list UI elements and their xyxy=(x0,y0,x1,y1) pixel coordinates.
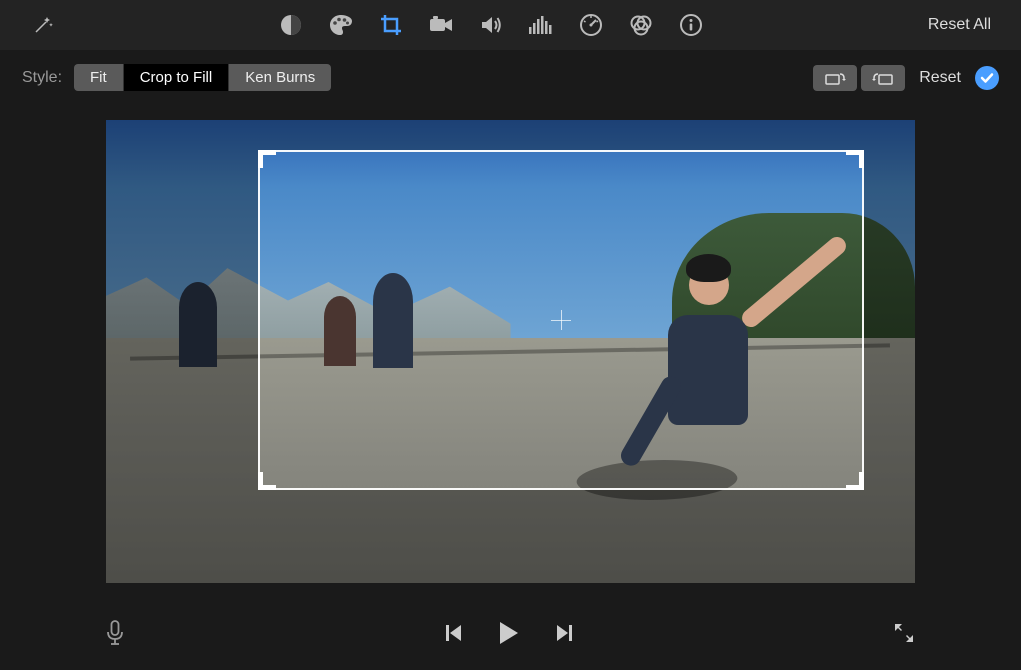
previous-frame-button[interactable] xyxy=(445,623,463,648)
info-icon xyxy=(679,13,703,37)
video-frame[interactable] xyxy=(106,120,915,583)
rotate-cw-button[interactable] xyxy=(861,65,905,91)
crop-right-controls: Reset xyxy=(813,65,999,91)
rotate-buttons xyxy=(813,65,905,91)
style-section: Style: Fit Crop to Fill Ken Burns xyxy=(22,64,331,91)
noise-reduction-button[interactable] xyxy=(516,5,566,45)
crop-handle-bottom-right[interactable] xyxy=(846,472,864,490)
style-crop-to-fill-button[interactable]: Crop to Fill xyxy=(124,64,230,91)
reset-all-button[interactable]: Reset All xyxy=(918,16,1001,34)
microphone-icon xyxy=(105,620,125,646)
top-toolbar: Reset All xyxy=(0,0,1021,50)
volume-button[interactable] xyxy=(466,5,516,45)
color-balance-button[interactable] xyxy=(266,5,316,45)
crop-button[interactable] xyxy=(366,5,416,45)
fullscreen-button[interactable] xyxy=(892,621,916,650)
skip-forward-icon xyxy=(555,623,573,643)
crop-dim-overlay xyxy=(864,120,915,583)
reset-crop-button[interactable]: Reset xyxy=(919,69,961,87)
auto-enhance-wand-icon[interactable] xyxy=(20,14,65,36)
crop-center-crosshair xyxy=(551,310,571,330)
rotate-ccw-icon xyxy=(823,70,847,86)
rotate-cw-icon xyxy=(871,70,895,86)
play-button[interactable] xyxy=(498,620,520,651)
crop-dim-overlay xyxy=(106,120,258,583)
clip-filter-button[interactable] xyxy=(616,5,666,45)
crop-icon xyxy=(379,13,403,37)
equalizer-icon xyxy=(528,15,554,35)
apply-crop-button[interactable] xyxy=(975,66,999,90)
skip-back-icon xyxy=(445,623,463,643)
stabilization-button[interactable] xyxy=(416,5,466,45)
crop-options-bar: Style: Fit Crop to Fill Ken Burns xyxy=(0,50,1021,105)
speedometer-icon xyxy=(579,13,603,37)
video-preview xyxy=(106,120,915,583)
style-ken-burns-button[interactable]: Ken Burns xyxy=(229,64,331,91)
voiceover-record-button[interactable] xyxy=(105,620,125,651)
color-balance-icon xyxy=(279,13,303,37)
next-frame-button[interactable] xyxy=(555,623,573,648)
crop-handle-top-right[interactable] xyxy=(846,150,864,168)
play-icon xyxy=(498,620,520,646)
toolbar-tools xyxy=(65,5,918,45)
expand-diagonal-icon xyxy=(892,621,916,645)
checkmark-icon xyxy=(980,72,994,84)
color-correction-button[interactable] xyxy=(316,5,366,45)
crop-handle-bottom-left[interactable] xyxy=(258,472,276,490)
crop-rectangle[interactable] xyxy=(258,150,864,490)
style-segmented-control: Fit Crop to Fill Ken Burns xyxy=(74,64,331,91)
rotate-ccw-button[interactable] xyxy=(813,65,857,91)
palette-icon xyxy=(328,13,354,37)
crop-dim-overlay xyxy=(258,120,864,150)
clip-info-button[interactable] xyxy=(666,5,716,45)
style-fit-button[interactable]: Fit xyxy=(74,64,124,91)
transport-controls xyxy=(125,620,892,651)
speed-button[interactable] xyxy=(566,5,616,45)
video-camera-icon xyxy=(428,14,454,36)
speaker-icon xyxy=(479,14,503,36)
style-label: Style: xyxy=(22,69,62,87)
playback-controls xyxy=(0,600,1021,670)
venn-circles-icon xyxy=(628,14,654,36)
crop-dim-overlay xyxy=(258,490,864,583)
crop-handle-top-left[interactable] xyxy=(258,150,276,168)
